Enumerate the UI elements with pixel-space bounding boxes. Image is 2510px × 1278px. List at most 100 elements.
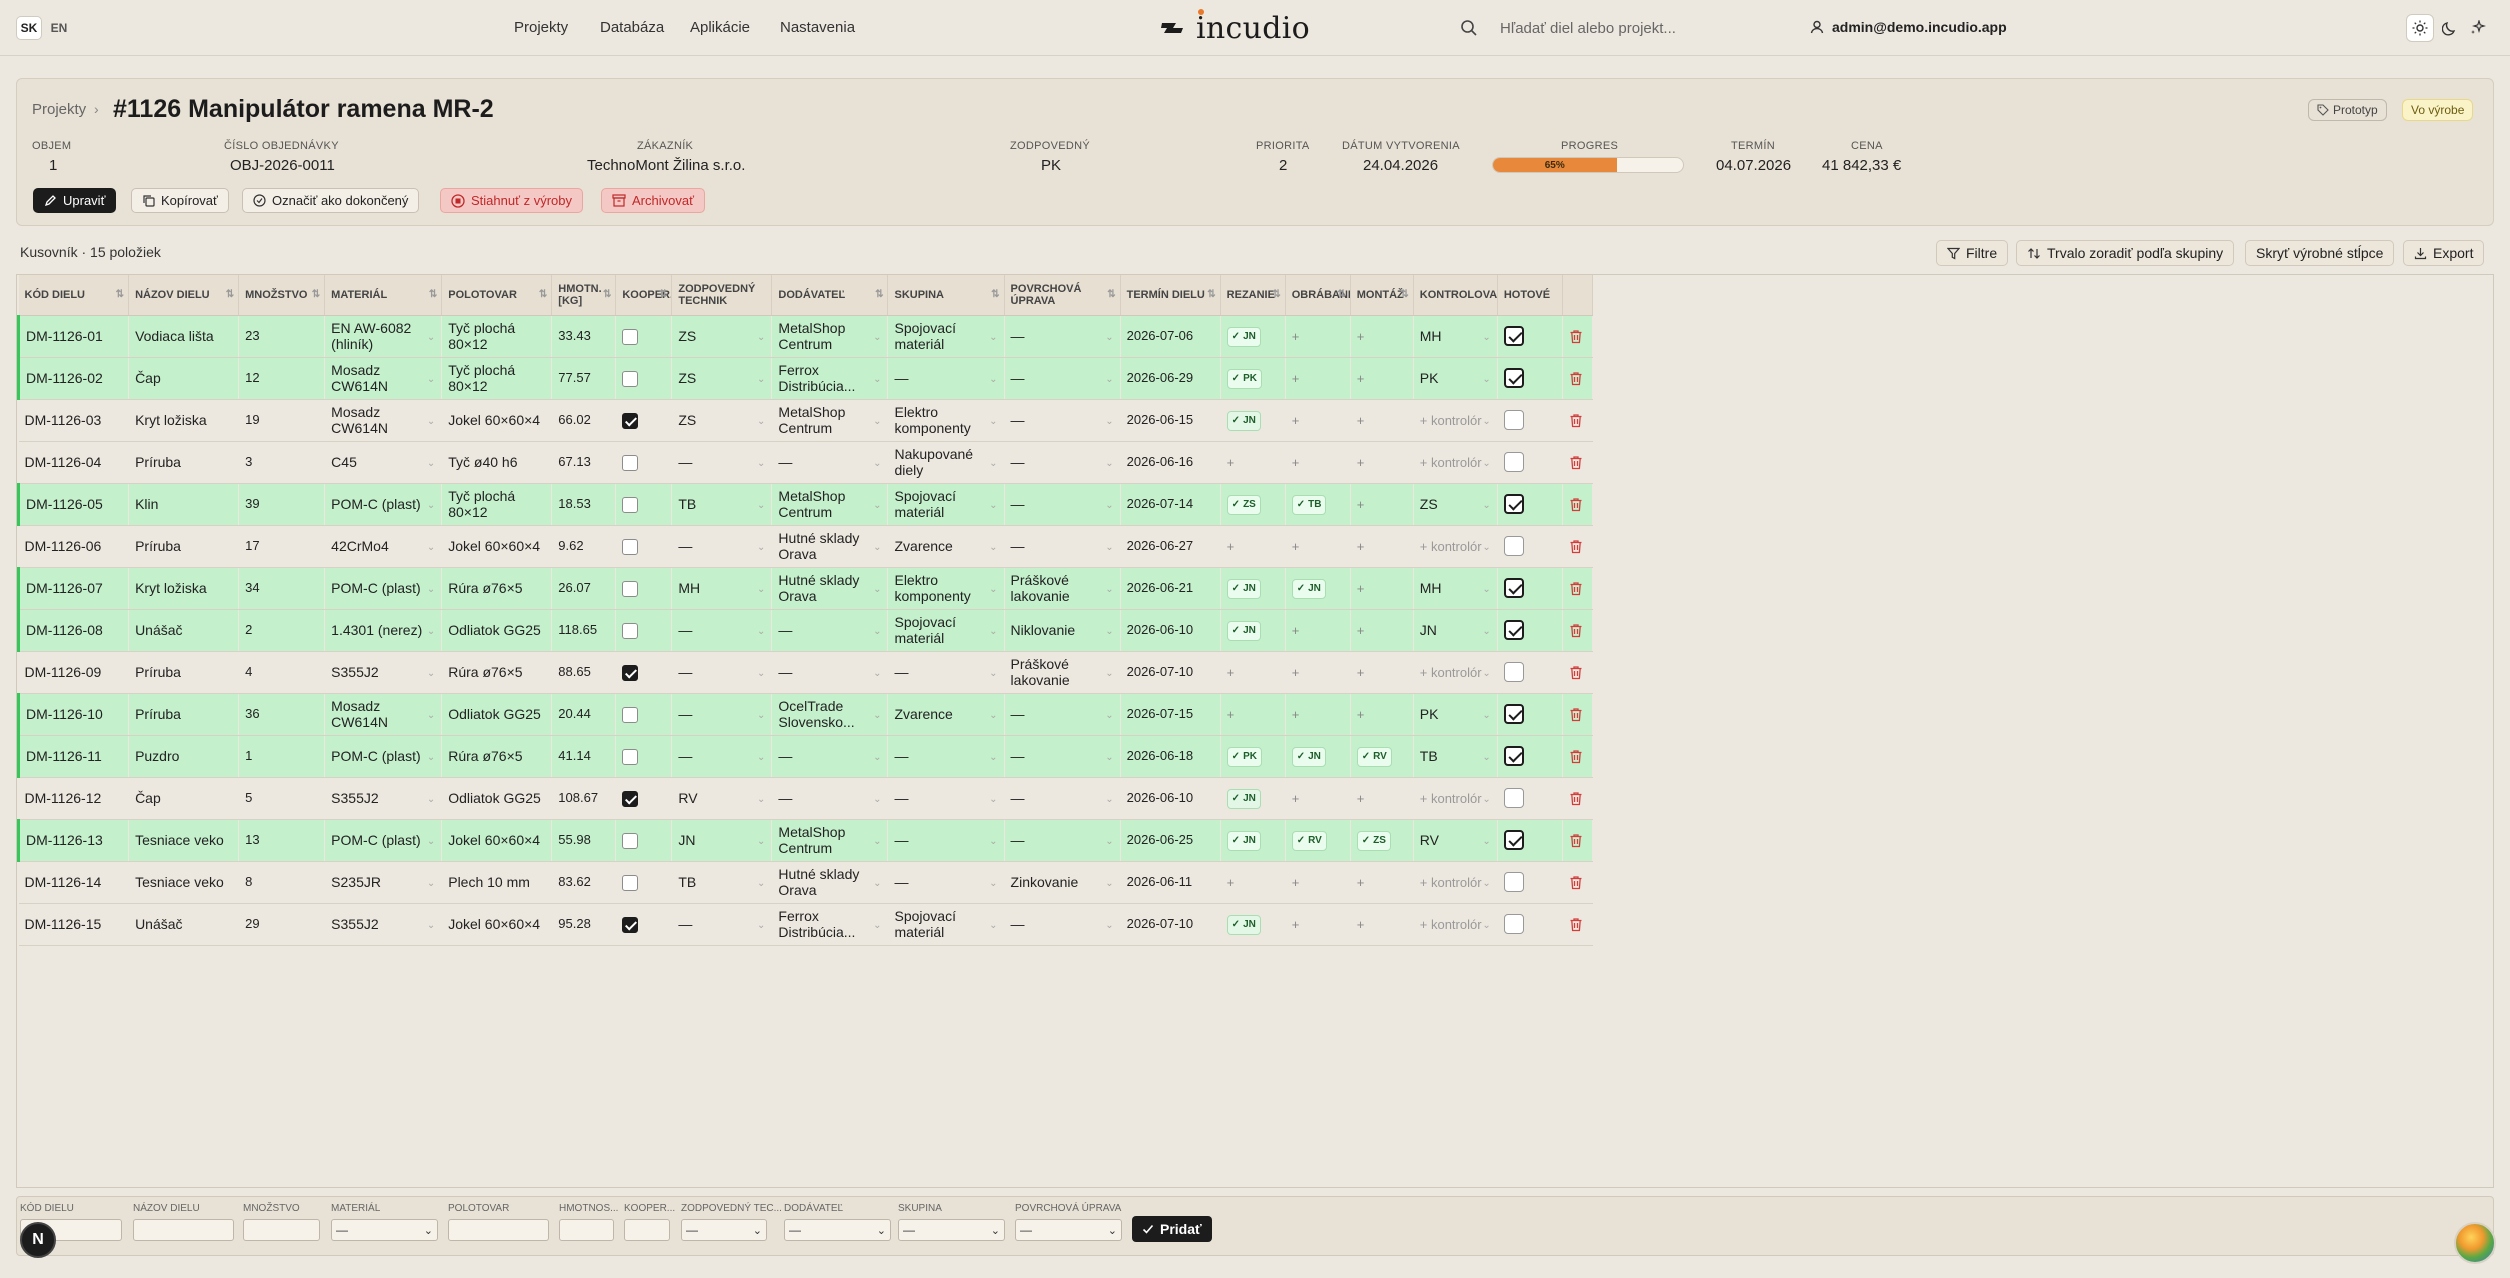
done-checkbox[interactable] — [1503, 704, 1524, 724]
hide-production-columns-button[interactable]: Skryť výrobné stĺpce — [2245, 240, 2395, 266]
controller-cell[interactable]: + kontrolór ⌄ — [1413, 441, 1498, 484]
copy-button[interactable]: Kopírovať — [131, 188, 229, 213]
cooperation-checkbox[interactable] — [622, 370, 639, 387]
weight-cell[interactable]: 77.57 — [551, 357, 616, 400]
supplier-cell[interactable]: MetalShop Centrum ⌄ — [771, 819, 888, 862]
weight-cell[interactable]: 20.44 — [551, 693, 616, 736]
column-header[interactable]: POLOTOVAR ⇅ — [441, 275, 553, 316]
trash-icon[interactable] — [1569, 413, 1583, 428]
done-checkbox[interactable] — [1503, 746, 1524, 766]
part-name-cell[interactable]: Puzdro — [128, 735, 239, 778]
group-cell[interactable]: — ⌄ — [887, 861, 1005, 904]
trash-icon[interactable] — [1569, 623, 1583, 638]
dark-theme-button[interactable] — [2436, 14, 2464, 42]
weight-cell[interactable]: 18.53 — [551, 483, 616, 526]
table-row[interactable]: DM-1126-12 Čap 5 S355J2 ⌄ Odliatok GG25 108.67… — [18, 777, 1593, 820]
part-name-cell[interactable]: Kryt ložiska — [128, 567, 239, 610]
technician-cell[interactable]: — ⌄ — [671, 903, 772, 946]
surface-cell[interactable]: — ⌄ — [1004, 441, 1121, 484]
done-checkbox[interactable] — [1503, 662, 1524, 682]
part-code-cell[interactable]: DM-1126-05 — [16, 483, 129, 526]
operation-signoff-chip[interactable]: ✓ JN — [1226, 830, 1261, 851]
technician-cell[interactable]: — ⌄ — [671, 651, 772, 694]
quantity-cell[interactable]: 2 — [238, 609, 325, 652]
add-signoff-icon[interactable]: + — [1357, 455, 1365, 470]
part-date-cell[interactable]: 2026-07-10 — [1120, 903, 1221, 946]
sort-icon[interactable]: ⇅ — [312, 289, 320, 301]
surface-cell[interactable]: — ⌄ — [1004, 903, 1121, 946]
done-checkbox[interactable] — [1503, 326, 1524, 346]
controller-cell[interactable]: + kontrolór ⌄ — [1413, 651, 1498, 694]
surface-cell[interactable]: Zinkovanie ⌄ — [1004, 861, 1121, 904]
weight-cell[interactable]: 55.98 — [551, 819, 616, 862]
supplier-cell[interactable]: MetalShop Centrum ⌄ — [771, 399, 888, 442]
done-checkbox[interactable] — [1503, 578, 1524, 598]
controller-cell[interactable]: + kontrolór ⌄ — [1413, 525, 1498, 568]
weight-cell[interactable]: 118.65 — [551, 609, 616, 652]
group-cell[interactable]: Spojovací materiál ⌄ — [887, 609, 1005, 652]
add-signoff-icon[interactable]: + — [1357, 707, 1365, 722]
cooperation-checkbox[interactable] — [622, 580, 639, 597]
add-field-input[interactable] — [559, 1219, 614, 1241]
quantity-cell[interactable]: 34 — [238, 567, 325, 610]
surface-cell[interactable]: Niklovanie ⌄ — [1004, 609, 1121, 652]
part-name-cell[interactable]: Tesniace veko — [128, 819, 239, 862]
table-row[interactable]: DM-1126-14 Tesniace veko 8 S235JR ⌄ Plech 10 … — [18, 861, 1593, 904]
done-checkbox[interactable] — [1503, 368, 1524, 388]
supplier-cell[interactable]: Hutné sklady Orava ⌄ — [771, 525, 888, 568]
cooperation-checkbox[interactable] — [622, 412, 639, 429]
quantity-cell[interactable]: 12 — [238, 357, 325, 400]
add-button[interactable]: Pridať — [1132, 1216, 1212, 1242]
cooperation-checkbox[interactable] — [622, 832, 639, 849]
operation-signoff-chip[interactable]: ✓ JN — [1226, 326, 1261, 347]
table-row[interactable]: DM-1126-01 Vodiaca lišta 23 EN AW-6082 (hli… — [16, 315, 1593, 358]
part-date-cell[interactable]: 2026-06-29 — [1120, 357, 1221, 400]
part-date-cell[interactable]: 2026-07-10 — [1120, 651, 1221, 694]
cooperation-checkbox[interactable] — [622, 916, 639, 933]
sort-icon[interactable]: ⇅ — [116, 289, 124, 301]
add-signoff-icon[interactable]: + — [1357, 539, 1365, 554]
supplier-cell[interactable]: — ⌄ — [771, 441, 888, 484]
part-name-cell[interactable]: Príruba — [128, 441, 239, 484]
semi-product-cell[interactable]: Odliatok GG25 — [441, 693, 552, 736]
column-header[interactable]: NÁZOV DIELU ⇅ — [128, 275, 240, 316]
add-signoff-icon[interactable]: + — [1292, 665, 1300, 680]
surface-cell[interactable]: — ⌄ — [1004, 525, 1121, 568]
controller-cell[interactable]: MH ⌄ — [1413, 315, 1498, 358]
add-signoff-icon[interactable]: + — [1357, 665, 1365, 680]
part-date-cell[interactable]: 2026-06-16 — [1120, 441, 1221, 484]
operation-signoff-chip[interactable]: ✓ PK — [1226, 368, 1262, 389]
part-code-cell[interactable]: DM-1126-02 — [16, 357, 129, 400]
add-signoff-icon[interactable]: + — [1292, 371, 1300, 386]
semi-product-cell[interactable]: Odliatok GG25 — [441, 777, 552, 820]
add-field-input[interactable] — [448, 1219, 549, 1241]
surface-cell[interactable]: — ⌄ — [1004, 819, 1121, 862]
done-checkbox[interactable] — [1503, 914, 1524, 934]
dev-badge[interactable]: N — [20, 1222, 56, 1258]
add-field-input[interactable] — [624, 1219, 670, 1241]
material-cell[interactable]: POM-C (plast) ⌄ — [324, 567, 442, 610]
controller-cell[interactable]: + kontrolór ⌄ — [1413, 399, 1498, 442]
avatar[interactable] — [2454, 1222, 2496, 1264]
trash-icon[interactable] — [1569, 455, 1583, 470]
add-signoff-icon[interactable]: + — [1292, 707, 1300, 722]
technician-cell[interactable]: — ⌄ — [671, 609, 772, 652]
semi-product-cell[interactable]: Plech 10 mm — [441, 861, 552, 904]
surface-cell[interactable]: — ⌄ — [1004, 777, 1121, 820]
material-cell[interactable]: POM-C (plast) ⌄ — [324, 483, 442, 526]
controller-cell[interactable]: RV ⌄ — [1413, 819, 1498, 862]
column-header[interactable]: HOTOVÉ — [1497, 275, 1563, 316]
sort-icon[interactable]: ⇅ — [226, 289, 234, 301]
column-header[interactable]: KONTROLOVAL — [1413, 275, 1498, 316]
quantity-cell[interactable]: 29 — [238, 903, 325, 946]
table-row[interactable]: DM-1126-04 Príruba 3 C45 ⌄ Tyč ø40 h6 67.13— ⌄ —… — [18, 441, 1593, 484]
quantity-cell[interactable]: 4 — [238, 651, 325, 694]
technician-cell[interactable]: — ⌄ — [671, 441, 772, 484]
quantity-cell[interactable]: 39 — [238, 483, 325, 526]
technician-cell[interactable]: JN ⌄ — [671, 819, 772, 862]
add-signoff-icon[interactable]: + — [1357, 875, 1365, 890]
supplier-cell[interactable]: — ⌄ — [771, 735, 888, 778]
semi-product-cell[interactable]: Rúra ø76×5 — [441, 651, 552, 694]
surface-cell[interactable]: — ⌄ — [1004, 315, 1121, 358]
auto-theme-button[interactable] — [2464, 14, 2492, 42]
